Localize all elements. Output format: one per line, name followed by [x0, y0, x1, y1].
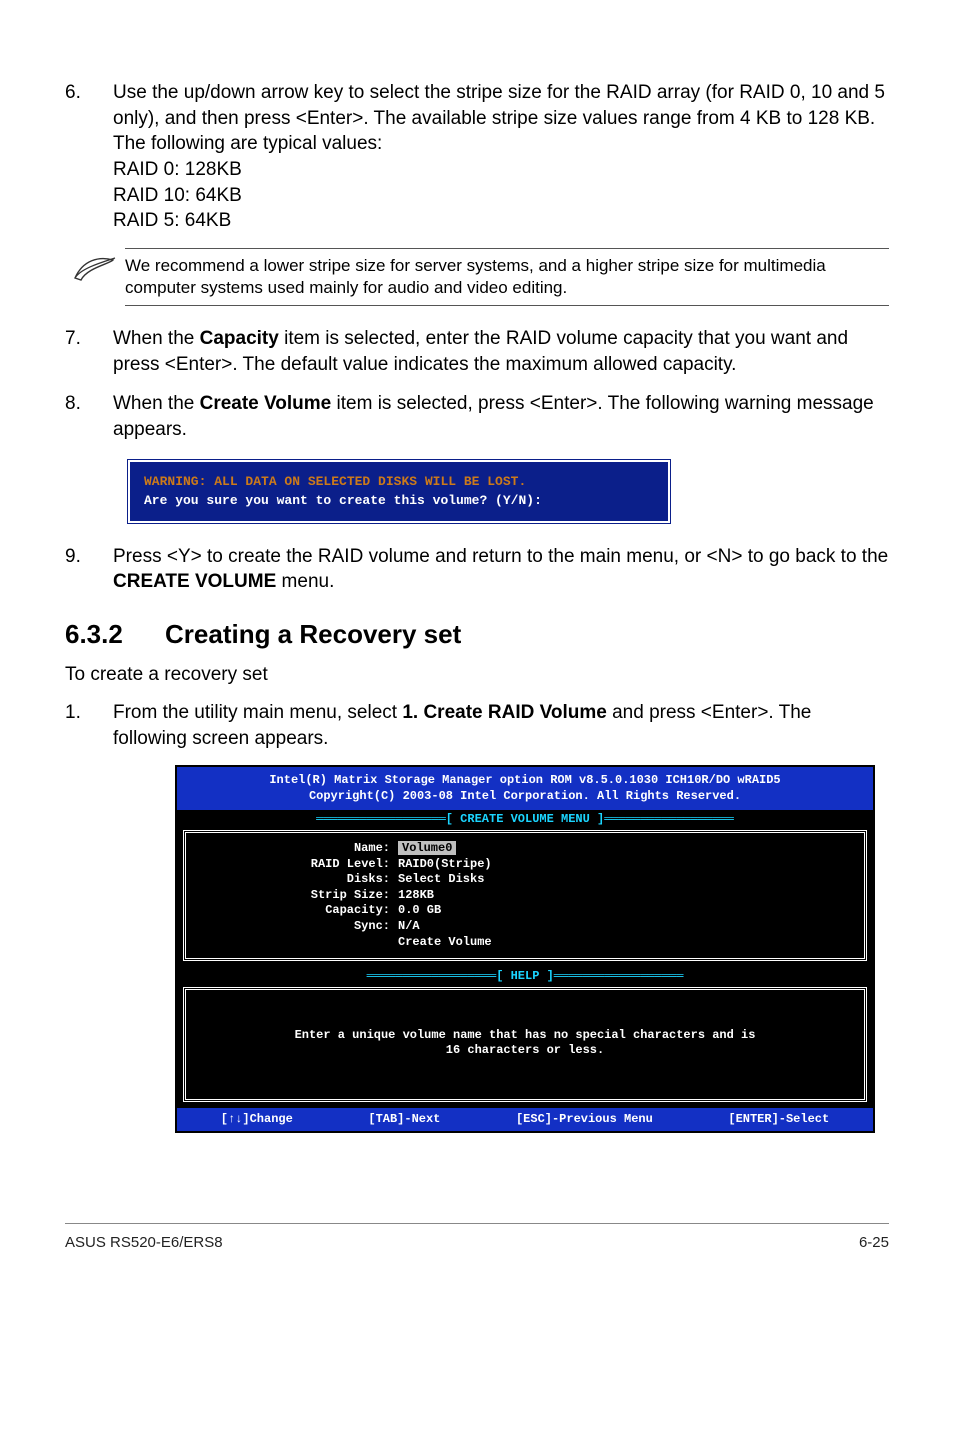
field-label: RAID Level:: [198, 857, 398, 873]
step-number: 6.: [65, 80, 113, 234]
footer-left: ASUS RS520-E6/ERS8: [65, 1234, 223, 1251]
warning-line: WARNING: ALL DATA ON SELECTED DISKS WILL…: [144, 472, 654, 492]
field-label: Sync:: [198, 919, 398, 935]
bold-term: 1. Create RAID Volume: [402, 702, 606, 723]
divider: [125, 248, 889, 249]
step-number: 1.: [65, 700, 113, 751]
create-volume-action: Create Volume: [398, 935, 852, 951]
sync-value: N/A: [398, 919, 852, 935]
confirm-line: Are you sure you want to create this vol…: [144, 491, 654, 511]
raid10-value: RAID 10: 64KB: [113, 185, 242, 206]
divider: [125, 305, 889, 306]
section-title: Creating a Recovery set: [165, 619, 461, 649]
bios-help: Enter a unique volume name that has no s…: [183, 987, 867, 1102]
field-label: Capacity:: [198, 903, 398, 919]
step-number: 8.: [65, 391, 113, 442]
text: Press <Y> to create the RAID volume and …: [113, 546, 888, 567]
raid5-value: RAID 5: 64KB: [113, 210, 231, 231]
section-heading: 6.3.2Creating a Recovery set: [65, 619, 889, 650]
step-number: 9.: [65, 544, 113, 595]
note-text: We recommend a lower stripe size for ser…: [125, 255, 889, 299]
raid-level-value: RAID0(Stripe): [398, 857, 852, 873]
bios-menu-title: ══════════════════[ CREATE VOLUME MENU ]…: [177, 810, 873, 830]
step-text: Use the up/down arrow key to select the …: [113, 82, 885, 154]
text: menu.: [276, 571, 334, 592]
raid0-value: RAID 0: 128KB: [113, 159, 242, 180]
menu-title-text: [ CREATE VOLUME MENU ]: [446, 812, 604, 826]
step-number: 7.: [65, 326, 113, 377]
spacer: [198, 935, 398, 951]
strip-size-value: 128KB: [398, 888, 852, 904]
key-select: [ENTER]-Select: [728, 1112, 829, 1128]
step-body: When the Capacity item is selected, ente…: [113, 326, 889, 377]
field-label: Name:: [198, 841, 398, 857]
bold-term: Capacity: [200, 328, 279, 349]
bios-title-2: Copyright(C) 2003-08 Intel Corporation. …: [309, 789, 741, 803]
help-line-2: 16 characters or less.: [446, 1043, 604, 1057]
help-line-1: Enter a unique volume name that has no s…: [295, 1028, 756, 1042]
bold-term: CREATE VOLUME: [113, 571, 276, 592]
bios-footer: [↑↓]Change [TAB]-Next [ESC]-Previous Men…: [177, 1108, 873, 1132]
field-label: Strip Size:: [198, 888, 398, 904]
step-body: Press <Y> to create the RAID volume and …: [113, 544, 889, 595]
disks-value: Select Disks: [398, 872, 852, 888]
bios-title-1: Intel(R) Matrix Storage Manager option R…: [269, 773, 780, 787]
warning-dialog: WARNING: ALL DATA ON SELECTED DISKS WILL…: [125, 457, 673, 526]
bios-header: Intel(R) Matrix Storage Manager option R…: [177, 767, 873, 810]
section-number: 6.3.2: [65, 619, 165, 650]
help-title-text: [ HELP ]: [496, 969, 554, 983]
page-footer: ASUS RS520-E6/ERS8 6-25: [65, 1223, 889, 1251]
help-title-bar: ══════════════════[ HELP ]══════════════…: [177, 967, 873, 987]
capacity-value: 0.0 GB: [398, 903, 852, 919]
step-body: Use the up/down arrow key to select the …: [113, 80, 889, 234]
text: When the: [113, 328, 200, 349]
step-body: When the Create Volume item is selected,…: [113, 391, 889, 442]
bold-term: Create Volume: [200, 393, 332, 414]
intro-text: To create a recovery set: [65, 664, 889, 686]
bios-form: Name: Volume0 RAID Level: RAID0(Stripe) …: [183, 830, 867, 961]
key-prev: [ESC]-Previous Menu: [516, 1112, 653, 1128]
key-next: [TAB]-Next: [368, 1112, 440, 1128]
key-change: [↑↓]Change: [221, 1112, 293, 1128]
text: When the: [113, 393, 200, 414]
bios-screenshot: Intel(R) Matrix Storage Manager option R…: [175, 765, 875, 1133]
footer-right: 6-25: [859, 1234, 889, 1251]
field-label: Disks:: [198, 872, 398, 888]
step-body: From the utility main menu, select 1. Cr…: [113, 700, 889, 751]
note-icon: [65, 248, 125, 284]
text: From the utility main menu, select: [113, 702, 402, 723]
name-value: Volume0: [398, 841, 456, 855]
